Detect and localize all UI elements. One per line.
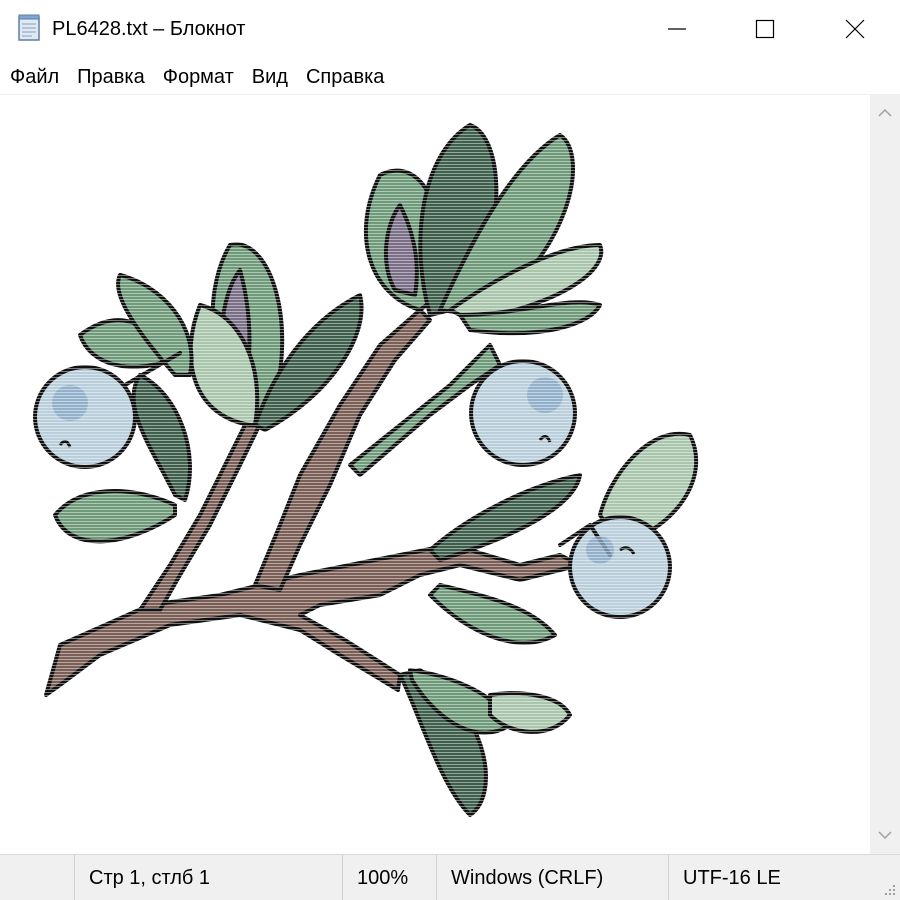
- minimize-button[interactable]: [632, 0, 722, 58]
- scroll-down-button[interactable]: [870, 820, 900, 850]
- close-icon: [845, 19, 865, 39]
- window-title: PL6428.txt – Блокнот: [52, 18, 246, 40]
- status-bar: Стр 1, стлб 1 100% Windows (CRLF) UTF-16…: [0, 854, 900, 900]
- maximize-icon: [755, 19, 775, 39]
- zoom-level: 100%: [342, 855, 436, 900]
- notepad-icon: [17, 14, 43, 42]
- text-editor-area[interactable]: [0, 94, 870, 854]
- line-endings: Windows (CRLF): [436, 855, 668, 900]
- scroll-up-button[interactable]: [870, 98, 900, 128]
- vertical-scrollbar[interactable]: [870, 94, 900, 854]
- menu-file[interactable]: Файл: [8, 61, 69, 93]
- ascii-art-berry-branch: [0, 95, 870, 854]
- chevron-up-icon: [878, 108, 892, 117]
- menu-edit[interactable]: Правка: [69, 61, 155, 93]
- chevron-down-icon: [878, 831, 892, 840]
- encoding: UTF-16 LE: [668, 855, 900, 900]
- resize-grip-icon[interactable]: [882, 882, 896, 896]
- minimize-icon: [668, 28, 686, 30]
- menu-view[interactable]: Вид: [244, 61, 298, 93]
- cursor-position: Стр 1, стлб 1: [74, 855, 342, 900]
- menu-help[interactable]: Справка: [298, 61, 394, 93]
- menu-format[interactable]: Формат: [155, 61, 244, 93]
- menu-bar: Файл Правка Формат Вид Справка: [0, 60, 900, 94]
- close-button[interactable]: [810, 0, 900, 58]
- title-bar: PL6428.txt – Блокнот: [0, 0, 900, 58]
- maximize-button[interactable]: [720, 0, 810, 58]
